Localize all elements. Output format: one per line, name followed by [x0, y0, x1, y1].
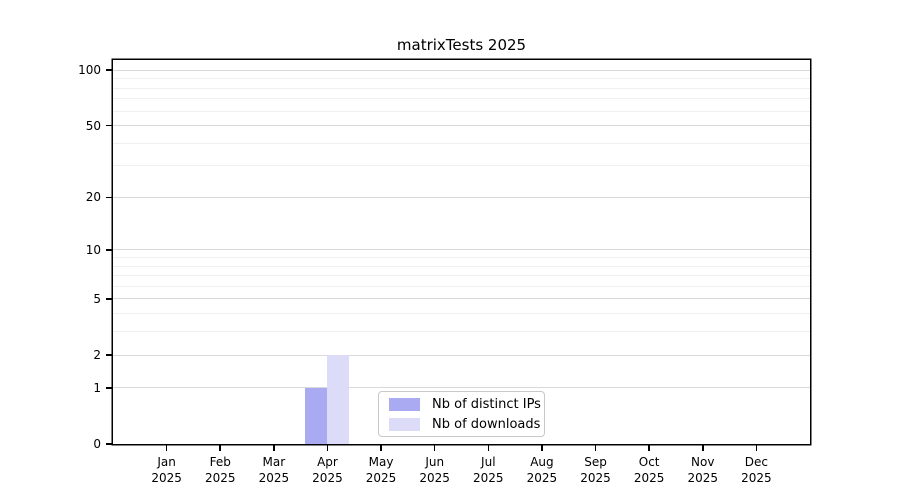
y-tick-mark [106, 69, 113, 71]
y-tick-mark [106, 125, 113, 127]
gridline-minor [113, 78, 810, 79]
gridline-major [113, 355, 810, 356]
x-tick-mark [702, 445, 704, 451]
y-tick-label: 20 [47, 189, 101, 205]
x-tick-label: Jun2025 [408, 454, 462, 486]
gridline-major [113, 125, 810, 126]
x-tick-label: Feb2025 [193, 454, 247, 486]
y-tick-label: 100 [47, 62, 101, 78]
x-tick-mark [595, 445, 597, 451]
gridline-minor [113, 98, 810, 99]
x-tick-label: Sep2025 [569, 454, 623, 486]
y-tick-label: 50 [47, 118, 101, 134]
x-tick-label: Apr2025 [300, 454, 354, 486]
plot-area: Nb of distinct IPs Nb of downloads [113, 60, 810, 444]
y-tick-label: 1 [47, 380, 101, 396]
bar-distinct-ips [305, 388, 327, 444]
gridline-major [113, 387, 810, 388]
y-tick-label: 0 [47, 436, 101, 452]
gridline-minor [113, 88, 810, 89]
x-tick-mark [541, 445, 543, 451]
legend-entry-distinct-ips: Nb of distinct IPs [389, 396, 534, 413]
legend-label-downloads: Nb of downloads [432, 416, 540, 433]
chart-title: matrixTests 2025 [113, 36, 810, 56]
x-tick-label: Oct2025 [622, 454, 676, 486]
y-tick-label: 2 [47, 347, 101, 363]
x-tick-label: May2025 [354, 454, 408, 486]
gridline-minor [113, 313, 810, 314]
y-tick-mark [106, 387, 113, 389]
y-tick-mark [106, 298, 113, 300]
gridline-minor [113, 165, 810, 166]
x-tick-label: Mar2025 [247, 454, 301, 486]
bar-downloads [327, 355, 349, 444]
y-tick-mark [106, 354, 113, 356]
gridline-minor [113, 266, 810, 267]
y-tick-mark [106, 443, 113, 445]
y-tick-mark [106, 249, 113, 251]
x-tick-mark [219, 445, 221, 451]
legend-entry-downloads: Nb of downloads [389, 416, 534, 433]
x-tick-label: Jul2025 [461, 454, 515, 486]
x-tick-mark [434, 445, 436, 451]
gridline-minor [113, 331, 810, 332]
x-tick-mark [380, 445, 382, 451]
x-tick-label: Dec2025 [729, 454, 783, 486]
download-stats-chart: matrixTests 2025 Nb of distinct IPs Nb o… [0, 0, 900, 500]
legend-swatch-downloads [389, 418, 420, 431]
x-tick-mark [327, 445, 329, 451]
gridline-minor [113, 286, 810, 287]
gridline-minor [113, 111, 810, 112]
gridline-major [113, 197, 810, 198]
gridline-major [113, 298, 810, 299]
legend: Nb of distinct IPs Nb of downloads [378, 391, 545, 437]
gridline-major [113, 70, 810, 71]
y-tick-label: 5 [47, 291, 101, 307]
y-tick-label: 10 [47, 242, 101, 258]
x-tick-label: Aug2025 [515, 454, 569, 486]
x-tick-mark [648, 445, 650, 451]
legend-label-distinct-ips: Nb of distinct IPs [432, 396, 541, 413]
x-tick-label: Nov2025 [676, 454, 730, 486]
gridline-major [113, 249, 810, 250]
x-tick-mark [166, 445, 168, 451]
x-tick-mark [756, 445, 758, 451]
legend-swatch-distinct-ips [389, 398, 420, 411]
gridline-minor [113, 143, 810, 144]
x-tick-mark [273, 445, 275, 451]
y-tick-mark [106, 197, 113, 199]
x-tick-mark [488, 445, 490, 451]
gridline-minor [113, 257, 810, 258]
x-tick-label: Jan2025 [140, 454, 194, 486]
gridline-minor [113, 275, 810, 276]
